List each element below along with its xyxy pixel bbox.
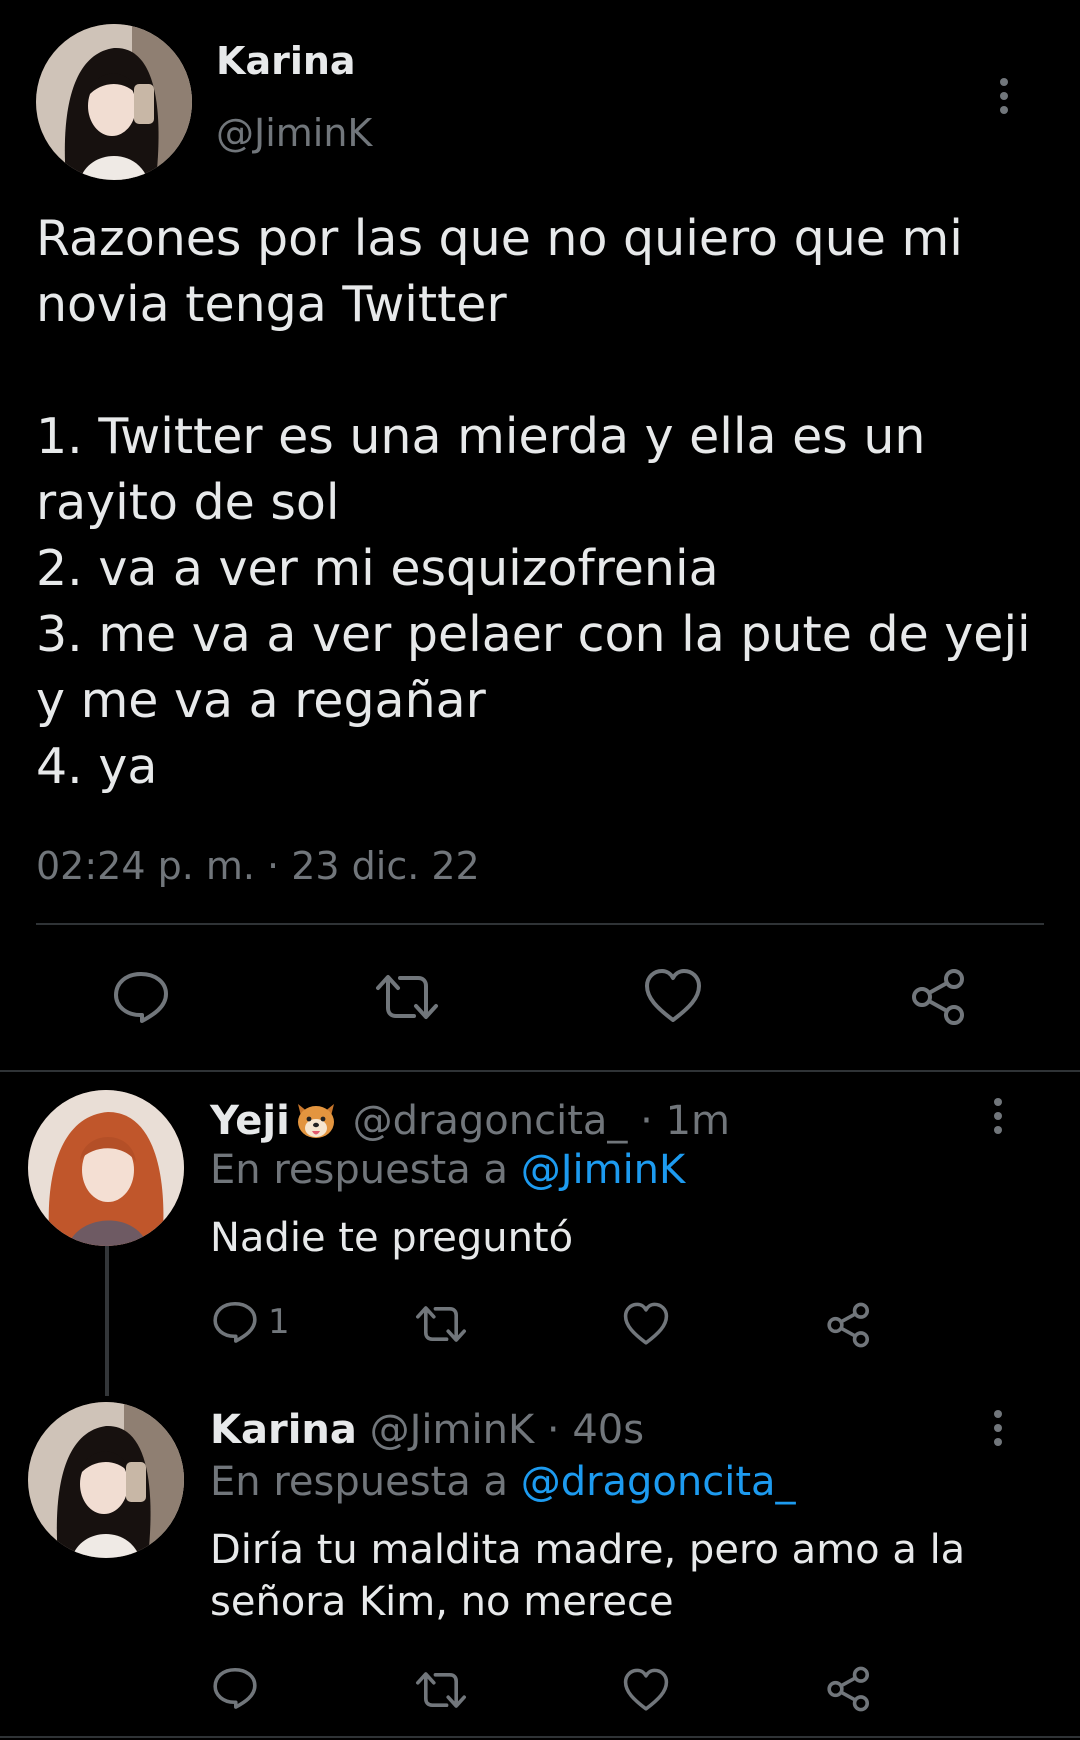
reply-header: Karina @JiminK · 40s	[210, 1410, 644, 1450]
share-icon[interactable]	[910, 968, 968, 1026]
more-options-icon[interactable]	[994, 1410, 1002, 1446]
main-author-avatar[interactable]	[36, 24, 192, 180]
main-tweet-timestamp[interactable]: 02:24 p. m. · 23 dic. 22	[36, 844, 480, 888]
like-icon[interactable]	[622, 1302, 670, 1346]
replying-to-line: En respuesta a @JiminK	[210, 1150, 685, 1190]
reply-text: Diría tu maldita madre, pero amo a la se…	[210, 1527, 966, 1625]
divider	[36, 923, 1044, 925]
reply-time[interactable]: 40s	[572, 1407, 644, 1453]
main-tweet-header: Karina @JiminK	[36, 24, 1044, 180]
reply-text: Nadie te preguntó	[210, 1215, 574, 1261]
reply-icon[interactable]	[212, 1666, 258, 1710]
replying-to-link[interactable]: @JiminK	[521, 1147, 686, 1193]
reply-author-avatar[interactable]	[28, 1090, 184, 1246]
replying-to-link[interactable]: @dragoncita_	[521, 1459, 796, 1505]
replying-to-line: En respuesta a @dragoncita_	[210, 1462, 796, 1502]
retweet-icon[interactable]	[414, 1670, 468, 1710]
reply-count: 1	[268, 1302, 290, 1342]
like-icon[interactable]	[643, 968, 703, 1024]
more-options-icon[interactable]	[1000, 78, 1008, 114]
more-options-icon[interactable]	[994, 1098, 1002, 1134]
replying-prefix: En respuesta a	[210, 1459, 508, 1505]
reply-icon	[213, 1301, 257, 1343]
tweet-thread-page: Karina @JiminK Razones por las que no qu…	[0, 0, 1080, 1740]
reply-author-avatar[interactable]	[28, 1402, 184, 1558]
thread-connector-line	[105, 1246, 109, 1396]
reply-header: Yeji @dragoncita_ · 1m	[210, 1098, 730, 1142]
reply-button[interactable]: 1	[212, 1300, 290, 1344]
like-icon[interactable]	[622, 1668, 670, 1712]
share-icon[interactable]	[826, 1666, 872, 1712]
main-author-handle[interactable]: @JiminK	[216, 114, 372, 152]
main-tweet-text: Razones por las que no quiero que mi nov…	[36, 210, 1031, 795]
reply-author-handle[interactable]: @dragoncita_	[353, 1098, 628, 1144]
divider	[0, 1070, 1080, 1072]
reply-author-name[interactable]: Karina	[210, 1407, 357, 1453]
separator-dot: ·	[640, 1098, 653, 1144]
reply-author-handle[interactable]: @JiminK	[370, 1407, 535, 1453]
replying-prefix: En respuesta a	[210, 1147, 508, 1193]
retweet-icon[interactable]	[414, 1304, 468, 1344]
retweet-icon[interactable]	[374, 972, 440, 1022]
reply-time[interactable]: 1m	[666, 1098, 730, 1144]
dog-face-emoji-icon	[292, 1098, 340, 1142]
share-icon[interactable]	[826, 1302, 872, 1348]
divider	[0, 1736, 1080, 1738]
reply-author-name[interactable]: Yeji	[210, 1098, 290, 1144]
reply-icon[interactable]	[112, 970, 170, 1024]
main-author-name[interactable]: Karina	[216, 42, 356, 80]
separator-dot: ·	[546, 1407, 560, 1453]
